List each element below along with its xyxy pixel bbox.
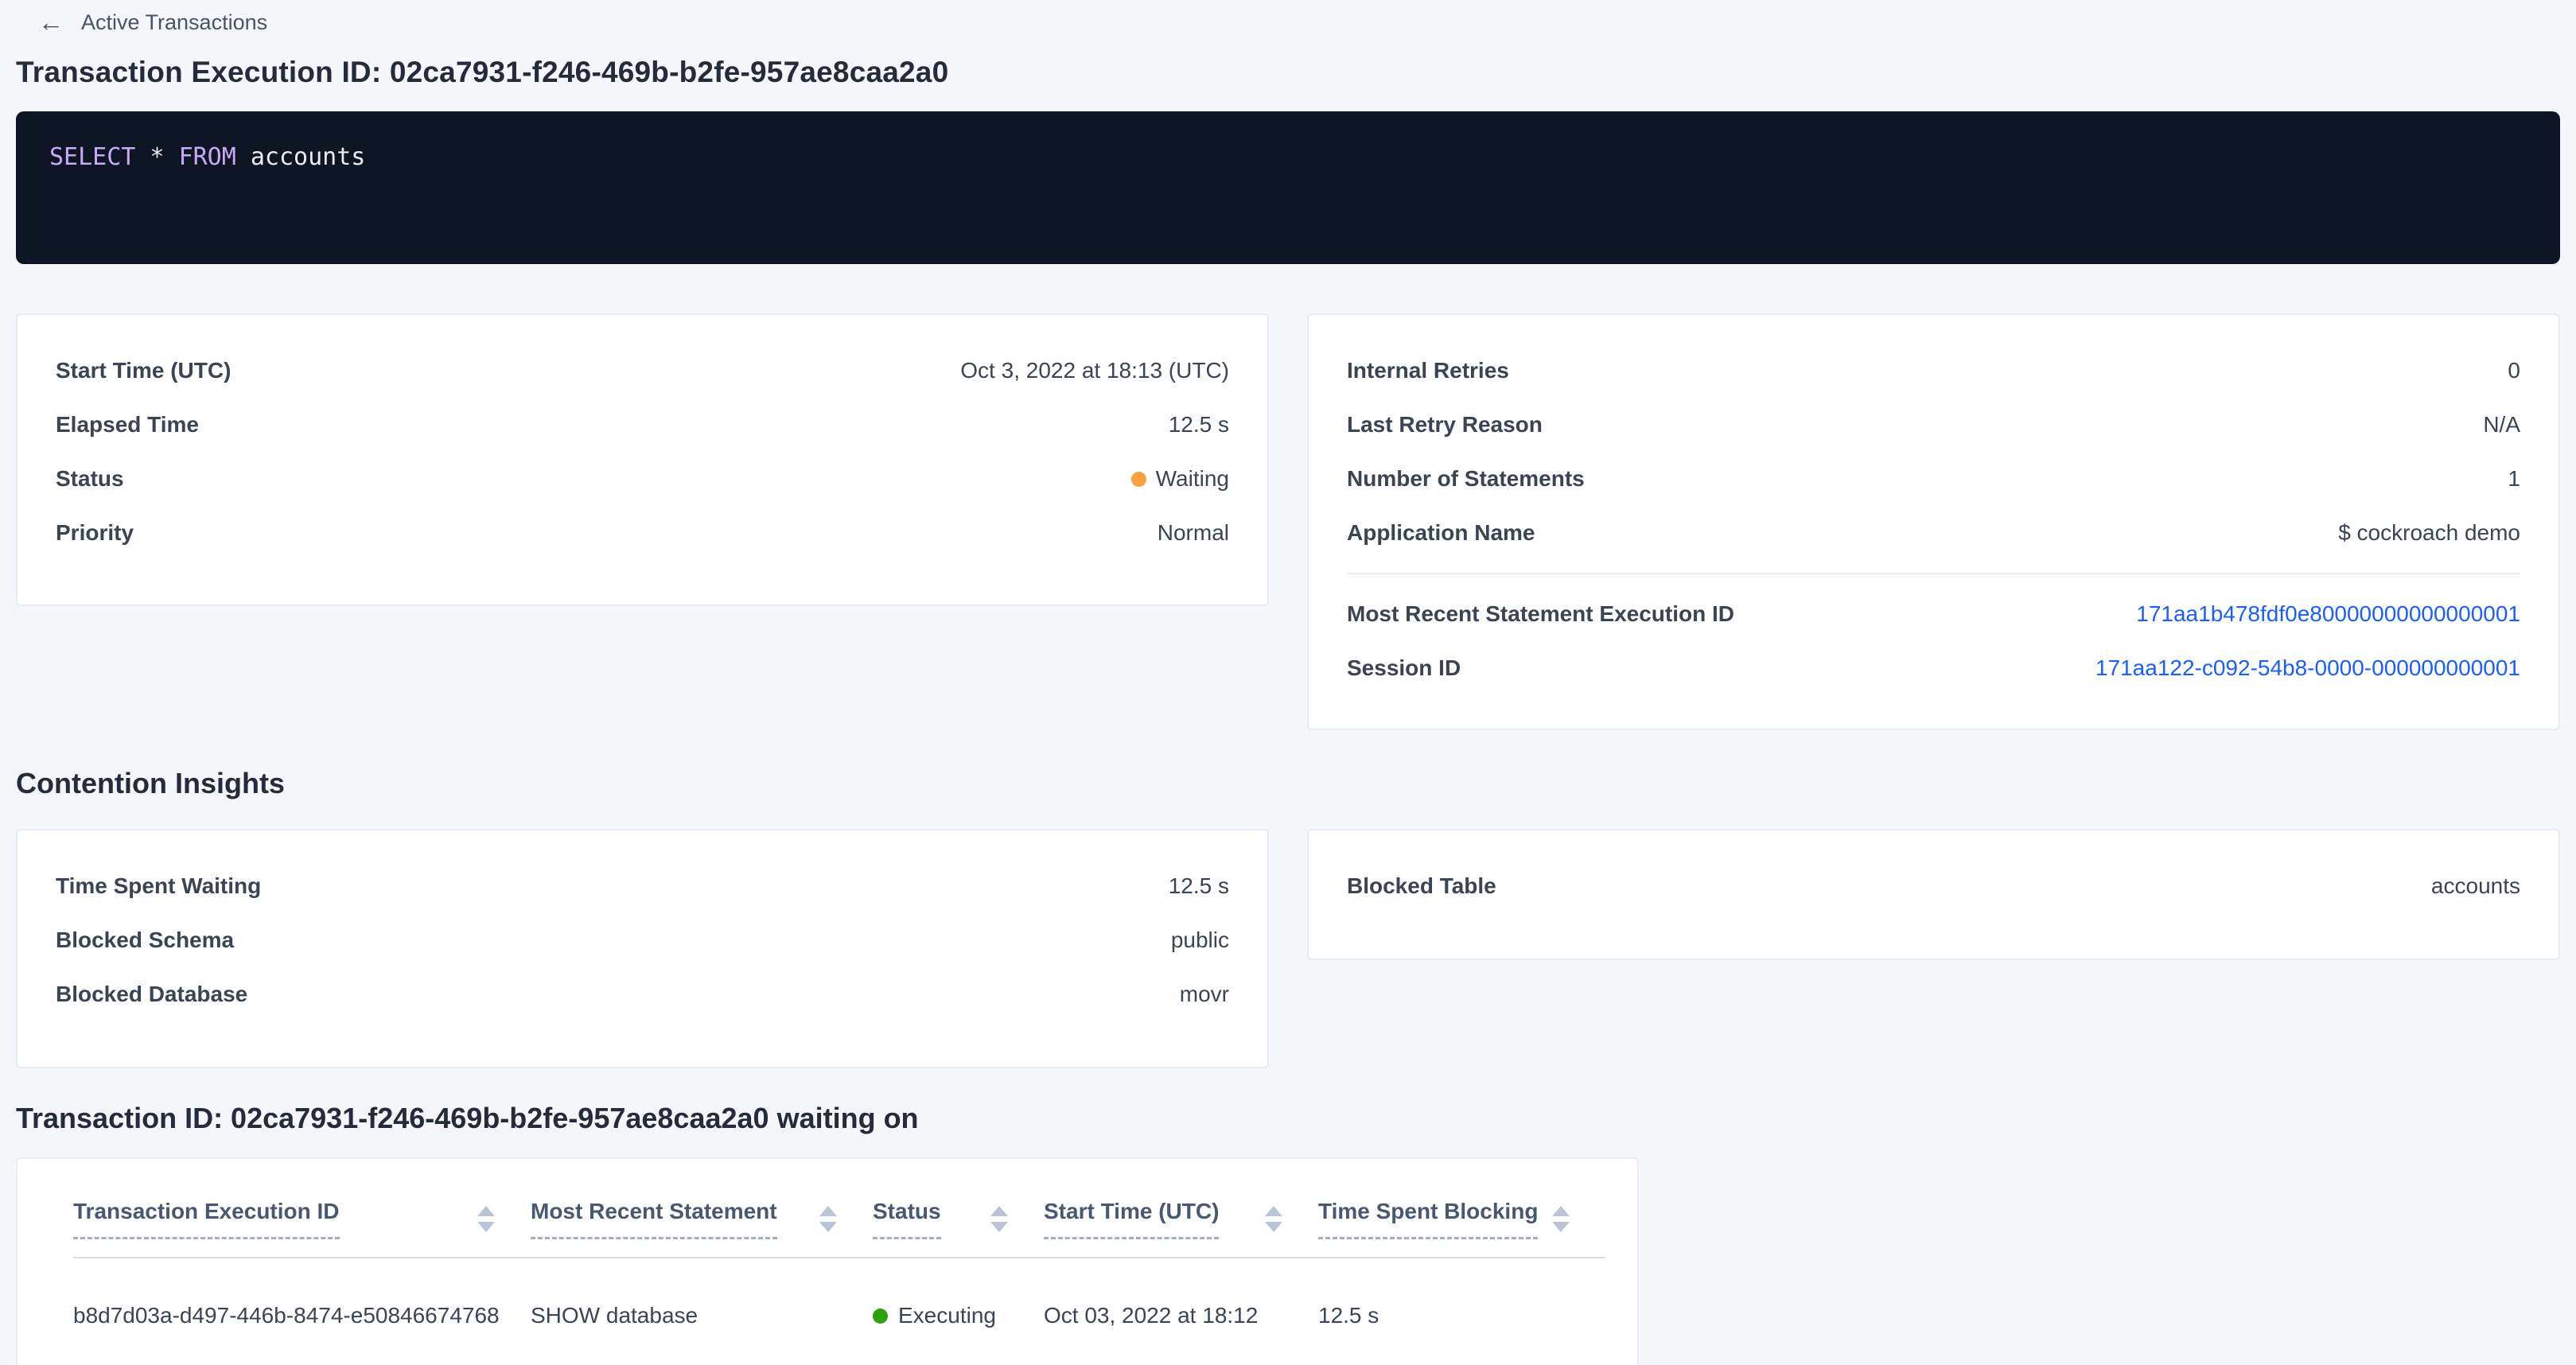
sort-arrows-icon[interactable]	[819, 1206, 837, 1232]
contention-row-blocked-table: Blocked Table accounts	[1347, 859, 2520, 913]
status-text: Waiting	[1156, 466, 1229, 492]
summary-row-statement-execution-id: Most Recent Statement Execution ID 171aa…	[1347, 587, 2520, 641]
summary-cards-row: Start Time (UTC) Oct 3, 2022 at 18:13 (U…	[16, 313, 2560, 730]
contention-row-blocked-database: Blocked Database movr	[56, 967, 1229, 1021]
contention-card-left: Time Spent Waiting 12.5 s Blocked Schema…	[16, 829, 1269, 1068]
sql-statement-box: SELECT * FROM accounts	[16, 111, 2560, 264]
statement-execution-id-link[interactable]: 171aa1b478fdf0e80000000000000001	[2136, 601, 2520, 627]
sort-arrows-icon[interactable]	[1552, 1206, 1570, 1232]
row-label: Session ID	[1347, 655, 1461, 681]
row-value: N/A	[2483, 412, 2520, 438]
column-label: Most Recent Statement	[531, 1199, 777, 1239]
column-label: Status	[873, 1199, 941, 1239]
row-label: Blocked Database	[56, 982, 247, 1007]
back-link[interactable]: ← Active Transactions	[38, 10, 267, 35]
summary-row-start-time: Start Time (UTC) Oct 3, 2022 at 18:13 (U…	[56, 344, 1229, 398]
sort-arrows-icon[interactable]	[477, 1206, 495, 1232]
row-label: Elapsed Time	[56, 412, 199, 438]
table-row: b8d7d03a-d497-446b-8474-e50846674768 SHO…	[73, 1258, 1605, 1365]
summary-row-internal-retries: Internal Retries 0	[1347, 344, 2520, 398]
column-header-status[interactable]: Status	[873, 1186, 1044, 1258]
page-content: ← Active Transactions Transaction Execut…	[0, 0, 2576, 1365]
column-label: Transaction Execution ID	[73, 1199, 340, 1239]
row-value: 12.5 s	[1169, 412, 1229, 438]
row-label: Last Retry Reason	[1347, 412, 1543, 438]
table-header-row: Transaction Execution ID Most Recent Sta…	[73, 1186, 1605, 1258]
status-text: Executing	[898, 1303, 996, 1328]
row-label: Blocked Schema	[56, 928, 234, 953]
row-value: 1	[2508, 466, 2520, 492]
waiting-transactions-table: Transaction Execution ID Most Recent Sta…	[73, 1186, 1605, 1365]
summary-row-number-of-statements: Number of Statements 1	[1347, 452, 2520, 506]
sql-star: *	[150, 143, 164, 171]
cell-time-spent-blocking: 12.5 s	[1318, 1258, 1605, 1365]
row-label: Most Recent Statement Execution ID	[1347, 601, 1734, 627]
row-value: $ cockroach demo	[2338, 520, 2520, 546]
contention-cards-row: Time Spent Waiting 12.5 s Blocked Schema…	[16, 829, 2560, 1068]
session-id-link[interactable]: 171aa122-c092-54b8-0000-000000000001	[2095, 655, 2520, 681]
contention-insights-heading: Contention Insights	[16, 767, 2560, 800]
summary-row-priority: Priority Normal	[56, 506, 1229, 560]
cell-start-time: Oct 03, 2022 at 18:12	[1044, 1258, 1318, 1365]
summary-row-elapsed-time: Elapsed Time 12.5 s	[56, 398, 1229, 452]
column-header-most-recent-statement[interactable]: Most Recent Statement	[531, 1186, 873, 1258]
row-value: Normal	[1158, 520, 1229, 546]
row-value: 12.5 s	[1169, 873, 1229, 899]
summary-card-right: Internal Retries 0 Last Retry Reason N/A…	[1307, 313, 2560, 730]
summary-row-application-name: Application Name $ cockroach demo	[1347, 506, 2520, 560]
back-arrow-icon: ←	[38, 10, 64, 35]
summary-row-session-id: Session ID 171aa122-c092-54b8-0000-00000…	[1347, 641, 2520, 695]
row-value: Oct 3, 2022 at 18:13 (UTC)	[960, 358, 1229, 383]
back-link-label: Active Transactions	[81, 10, 267, 35]
row-label: Time Spent Waiting	[56, 873, 261, 899]
row-label: Blocked Table	[1347, 873, 1496, 899]
column-header-time-spent-blocking[interactable]: Time Spent Blocking	[1318, 1186, 1605, 1258]
row-label: Priority	[56, 520, 134, 546]
waiting-table-card: Transaction Execution ID Most Recent Sta…	[16, 1157, 1639, 1365]
row-label: Internal Retries	[1347, 358, 1509, 383]
row-label: Status	[56, 466, 124, 492]
row-value: public	[1171, 928, 1229, 953]
column-label: Time Spent Blocking	[1318, 1199, 1538, 1239]
row-value: movr	[1180, 982, 1229, 1007]
status-badge: Waiting	[1131, 466, 1229, 492]
contention-row-time-spent-waiting: Time Spent Waiting 12.5 s	[56, 859, 1229, 913]
row-label: Start Time (UTC)	[56, 358, 231, 383]
sql-table-name: accounts	[251, 143, 366, 171]
column-label: Start Time (UTC)	[1044, 1199, 1219, 1239]
column-header-transaction-execution-id[interactable]: Transaction Execution ID	[73, 1186, 531, 1258]
row-value: 0	[2508, 358, 2520, 383]
summary-card-left: Start Time (UTC) Oct 3, 2022 at 18:13 (U…	[16, 313, 1269, 606]
summary-row-status: Status Waiting	[56, 452, 1229, 506]
cell-transaction-execution-id: b8d7d03a-d497-446b-8474-e50846674768	[73, 1258, 531, 1365]
sort-arrows-icon[interactable]	[1265, 1206, 1282, 1232]
cell-most-recent-statement: SHOW database	[531, 1258, 873, 1365]
waiting-status-dot-icon	[1131, 472, 1146, 487]
sql-keyword: FROM	[179, 143, 236, 171]
cell-status: Executing	[873, 1258, 1044, 1365]
row-value: accounts	[2431, 873, 2520, 899]
row-label: Number of Statements	[1347, 466, 1585, 492]
waiting-on-heading: Transaction ID: 02ca7931-f246-469b-b2fe-…	[16, 1102, 2560, 1135]
contention-card-right: Blocked Table accounts	[1307, 829, 2560, 960]
contention-row-blocked-schema: Blocked Schema public	[56, 913, 1229, 967]
card-divider	[1347, 573, 2520, 574]
page-title: Transaction Execution ID: 02ca7931-f246-…	[16, 56, 2560, 89]
executing-status-dot-icon	[873, 1309, 888, 1324]
sort-arrows-icon[interactable]	[990, 1206, 1008, 1232]
summary-row-last-retry-reason: Last Retry Reason N/A	[1347, 398, 2520, 452]
row-label: Application Name	[1347, 520, 1535, 546]
column-header-start-time[interactable]: Start Time (UTC)	[1044, 1186, 1318, 1258]
sql-keyword: SELECT	[49, 143, 135, 171]
